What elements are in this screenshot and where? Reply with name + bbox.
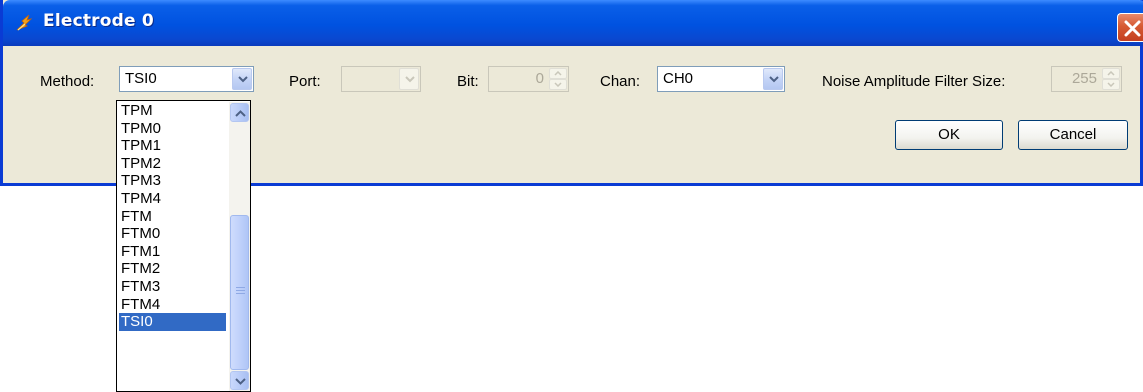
ok-button[interactable]: OK <box>895 120 1003 150</box>
close-button[interactable] <box>1117 13 1143 42</box>
cancel-button[interactable]: Cancel <box>1018 120 1128 150</box>
method-combobox[interactable]: TSI0 <box>119 66 254 92</box>
noise-spin-down <box>1102 79 1120 90</box>
method-option[interactable]: TSI0 <box>119 313 226 332</box>
method-label: Method: <box>40 73 95 90</box>
bit-spin-up <box>549 68 567 79</box>
bit-spinbox: 0 <box>488 66 569 92</box>
method-option[interactable]: FTM4 <box>119 296 226 314</box>
port-combobox <box>341 66 421 92</box>
scroll-down-button[interactable] <box>230 371 249 390</box>
method-option[interactable]: FTM <box>119 208 226 226</box>
noise-spin-up <box>1102 68 1120 79</box>
dropdown-scrollbar[interactable] <box>229 102 250 391</box>
scroll-thumb[interactable] <box>230 215 249 370</box>
chan-value: CH0 <box>663 70 694 87</box>
method-dropdown-button[interactable] <box>232 68 252 90</box>
method-option[interactable]: FTM2 <box>119 260 226 278</box>
noise-filter-spinbox: 255 <box>1051 66 1122 92</box>
method-value: TSI0 <box>125 70 157 87</box>
method-option[interactable]: FTM0 <box>119 225 226 243</box>
app-logo-icon <box>15 12 37 34</box>
chan-dropdown-button[interactable] <box>763 68 783 90</box>
noise-filter-value: 255 <box>1071 70 1097 87</box>
method-option[interactable]: TPM2 <box>119 155 226 173</box>
port-label: Port: <box>289 73 321 90</box>
method-option[interactable]: TPM0 <box>119 120 226 138</box>
method-option[interactable]: FTM1 <box>119 243 226 261</box>
bit-spin-down <box>549 79 567 90</box>
port-dropdown-button <box>399 68 419 90</box>
method-dropdown-list[interactable]: TPM TPM0 TPM1 TPM2 TPM3 TPM4 FTM FTM0 FTM1 FTM2 FT… <box>116 100 251 392</box>
title-bar[interactable]: Electrode 0 <box>3 0 1143 46</box>
method-option[interactable]: TPM1 <box>119 137 226 155</box>
chan-label: Chan: <box>600 73 641 90</box>
method-option[interactable]: FTM3 <box>119 278 226 296</box>
bit-label: Bit: <box>457 73 479 90</box>
bit-value: 0 <box>535 70 544 87</box>
method-option[interactable]: TPM4 <box>119 190 226 208</box>
noise-filter-label: Noise Amplitude Filter Size: <box>822 73 1006 90</box>
window-title: Electrode 0 <box>43 11 154 31</box>
chan-combobox[interactable]: CH0 <box>657 66 785 92</box>
method-option[interactable]: TPM <box>119 102 226 120</box>
scroll-up-button[interactable] <box>230 103 249 122</box>
method-option[interactable]: TPM3 <box>119 172 226 190</box>
